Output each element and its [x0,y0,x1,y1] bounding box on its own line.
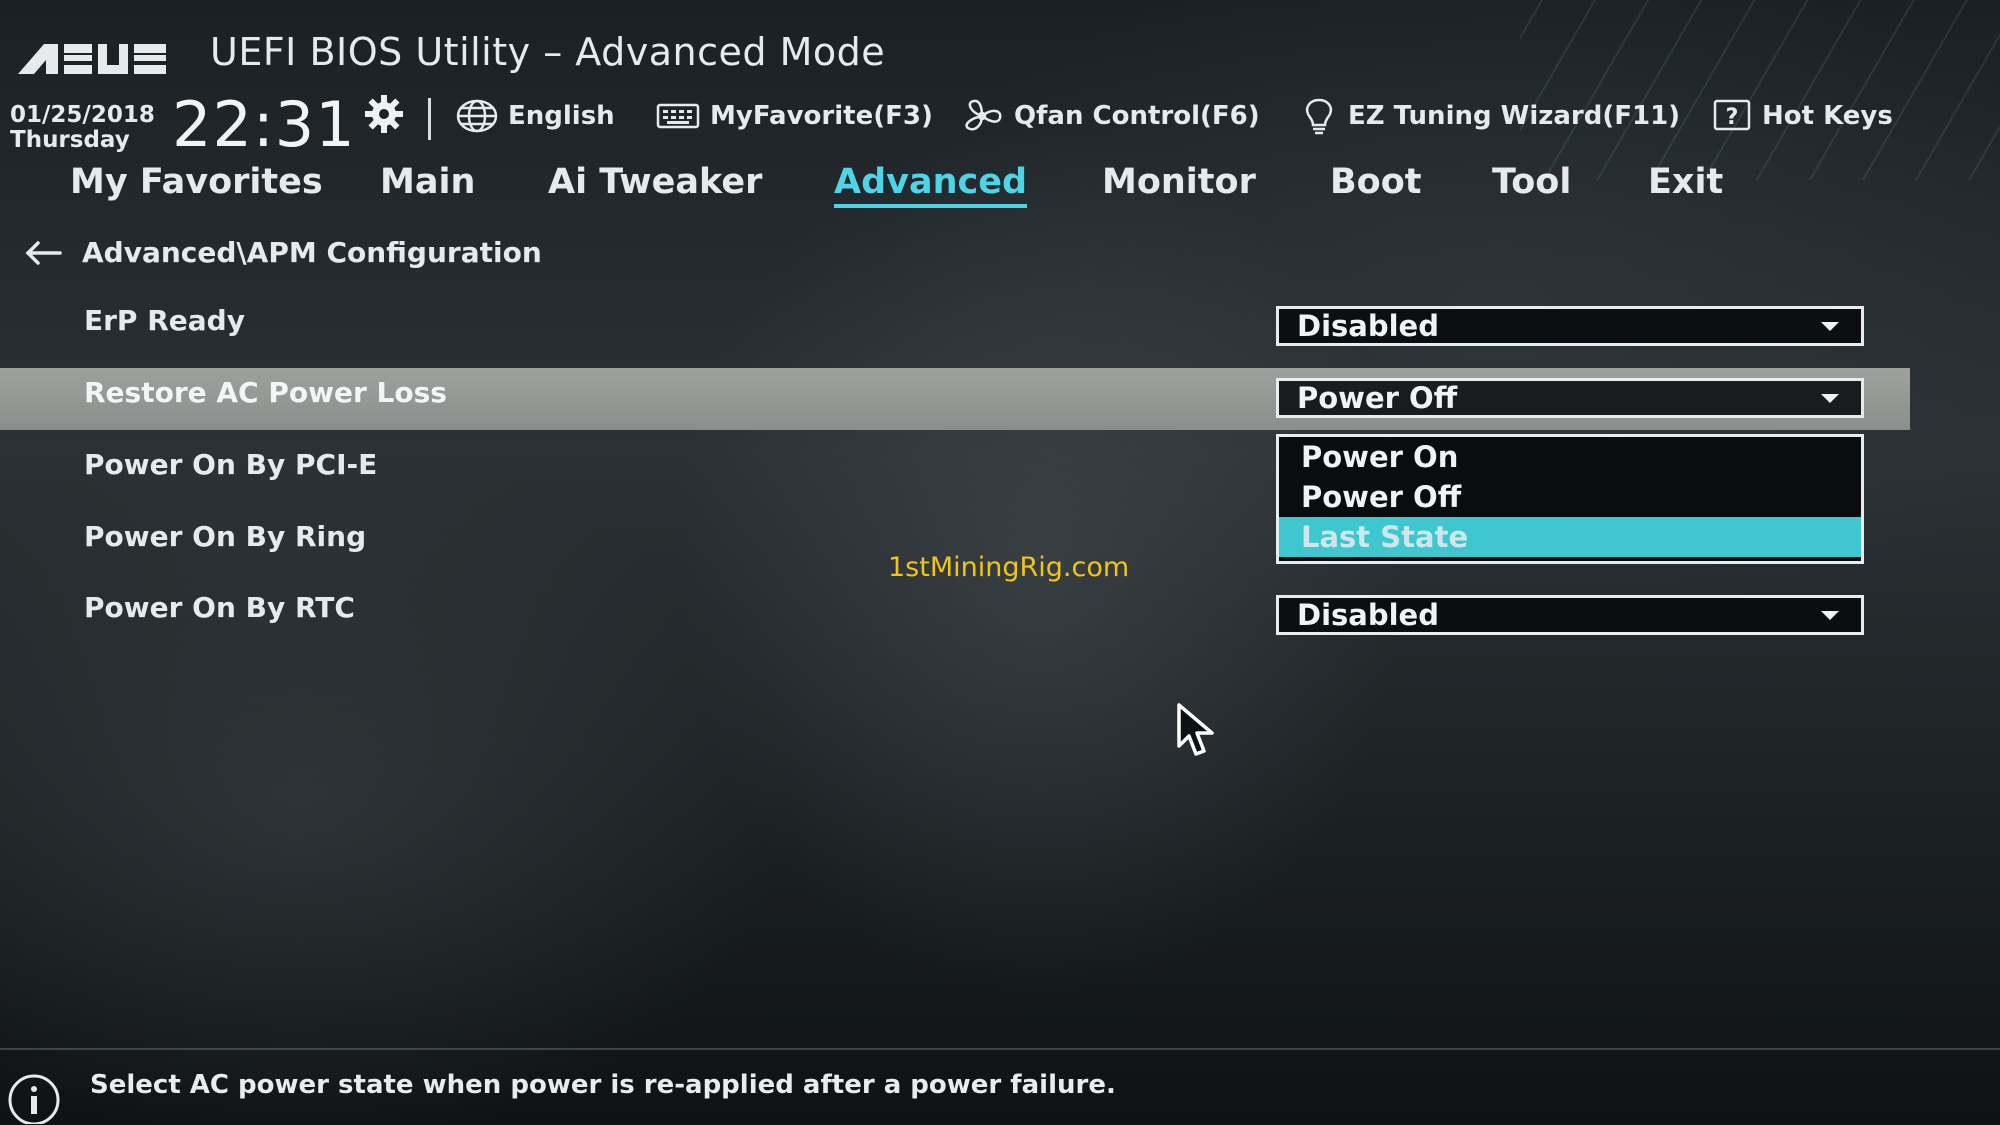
erp-ready-value: Disabled [1297,309,1439,343]
hot-keys-label: Hot Keys [1762,101,1893,131]
dropdown-option-power-off[interactable]: Power Off [1279,477,1861,517]
footer-divider [0,1048,2000,1050]
day-value: Thursday [10,127,130,153]
tab-advanced[interactable]: Advanced [834,162,1028,208]
dropdown-option-power-on[interactable]: Power On [1279,437,1861,477]
asus-logo [18,44,166,74]
chevron-down-icon [1821,321,1839,331]
setting-label-power-on-by-rtc[interactable]: Power On By RTC [84,591,355,624]
breadcrumb-path: Advanced\APM Configuration [82,236,542,269]
chevron-down-icon [1821,393,1839,403]
setting-label-power-on-by-ring[interactable]: Power On By Ring [84,520,366,553]
setting-label-restore-ac-power-loss[interactable]: Restore AC Power Loss [84,376,447,409]
power-on-by-rtc-value: Disabled [1297,598,1439,632]
toolbar-divider [428,98,431,140]
qfan-label: Qfan Control(F6) [1014,101,1260,131]
keyboard-icon [656,103,700,129]
restore-ac-power-loss-dropdown: Power On Power Off Last State [1276,434,1864,564]
tab-ai-tweaker[interactable]: Ai Tweaker [548,162,762,202]
dropdown-option-last-state[interactable]: Last State [1279,517,1861,557]
setting-label-erp-ready[interactable]: ErP Ready [84,304,245,337]
mouse-cursor-icon [1177,703,1214,756]
myfavorite-button[interactable]: MyFavorite(F3) [656,96,933,136]
svg-text:?: ? [1726,105,1739,130]
tab-boot[interactable]: Boot [1330,162,1422,202]
tab-exit[interactable]: Exit [1648,162,1723,202]
setting-label-power-on-by-pcie[interactable]: Power On By PCI-E [84,448,377,481]
lightbulb-icon [1305,98,1333,135]
ez-tuning-wizard-button[interactable]: EZ Tuning Wizard(F11) [1300,96,1680,136]
back-arrow-icon[interactable] [24,240,64,266]
tab-tool[interactable]: Tool [1492,162,1571,202]
qfan-control-button[interactable]: Qfan Control(F6) [960,96,1260,136]
bios-screen: UEFI BIOS Utility – Advanced Mode 01/25/… [0,0,2000,1125]
myfavorite-label: MyFavorite(F3) [710,101,933,131]
tab-main[interactable]: Main [380,162,475,202]
globe-icon [456,99,498,133]
header: UEFI BIOS Utility – Advanced Mode 01/25/… [0,0,2000,170]
watermark-text: 1stMiningRig.com [888,552,1130,583]
tab-monitor[interactable]: Monitor [1102,162,1256,202]
breadcrumb: Advanced\APM Configuration [24,236,542,269]
hot-keys-button[interactable]: ? Hot Keys [1712,96,1893,136]
right-panel-edge [1980,170,1994,1120]
language-button[interactable]: English [456,96,615,136]
gear-icon[interactable] [362,92,406,136]
chevron-down-icon [1821,610,1839,620]
power-on-by-rtc-select[interactable]: Disabled [1276,595,1864,635]
ez-tuning-label: EZ Tuning Wizard(F11) [1348,101,1681,131]
language-label: English [508,101,615,131]
date-display: 01/25/2018 Thursday [10,103,155,153]
restore-ac-power-loss-value: Power Off [1297,381,1458,415]
clock: 22:31 [172,88,356,161]
tab-my-favorites[interactable]: My Favorites [70,162,323,202]
help-description: Select AC power state when power is re-a… [90,1070,1116,1100]
restore-ac-power-loss-select[interactable]: Power Off [1276,378,1864,418]
info-icon [8,1074,60,1124]
date-value: 01/25/2018 [10,102,155,128]
erp-ready-select[interactable]: Disabled [1276,306,1864,346]
fan-icon [965,99,1002,131]
help-question-icon: ? [1713,99,1751,131]
app-title: UEFI BIOS Utility – Advanced Mode [210,30,886,74]
